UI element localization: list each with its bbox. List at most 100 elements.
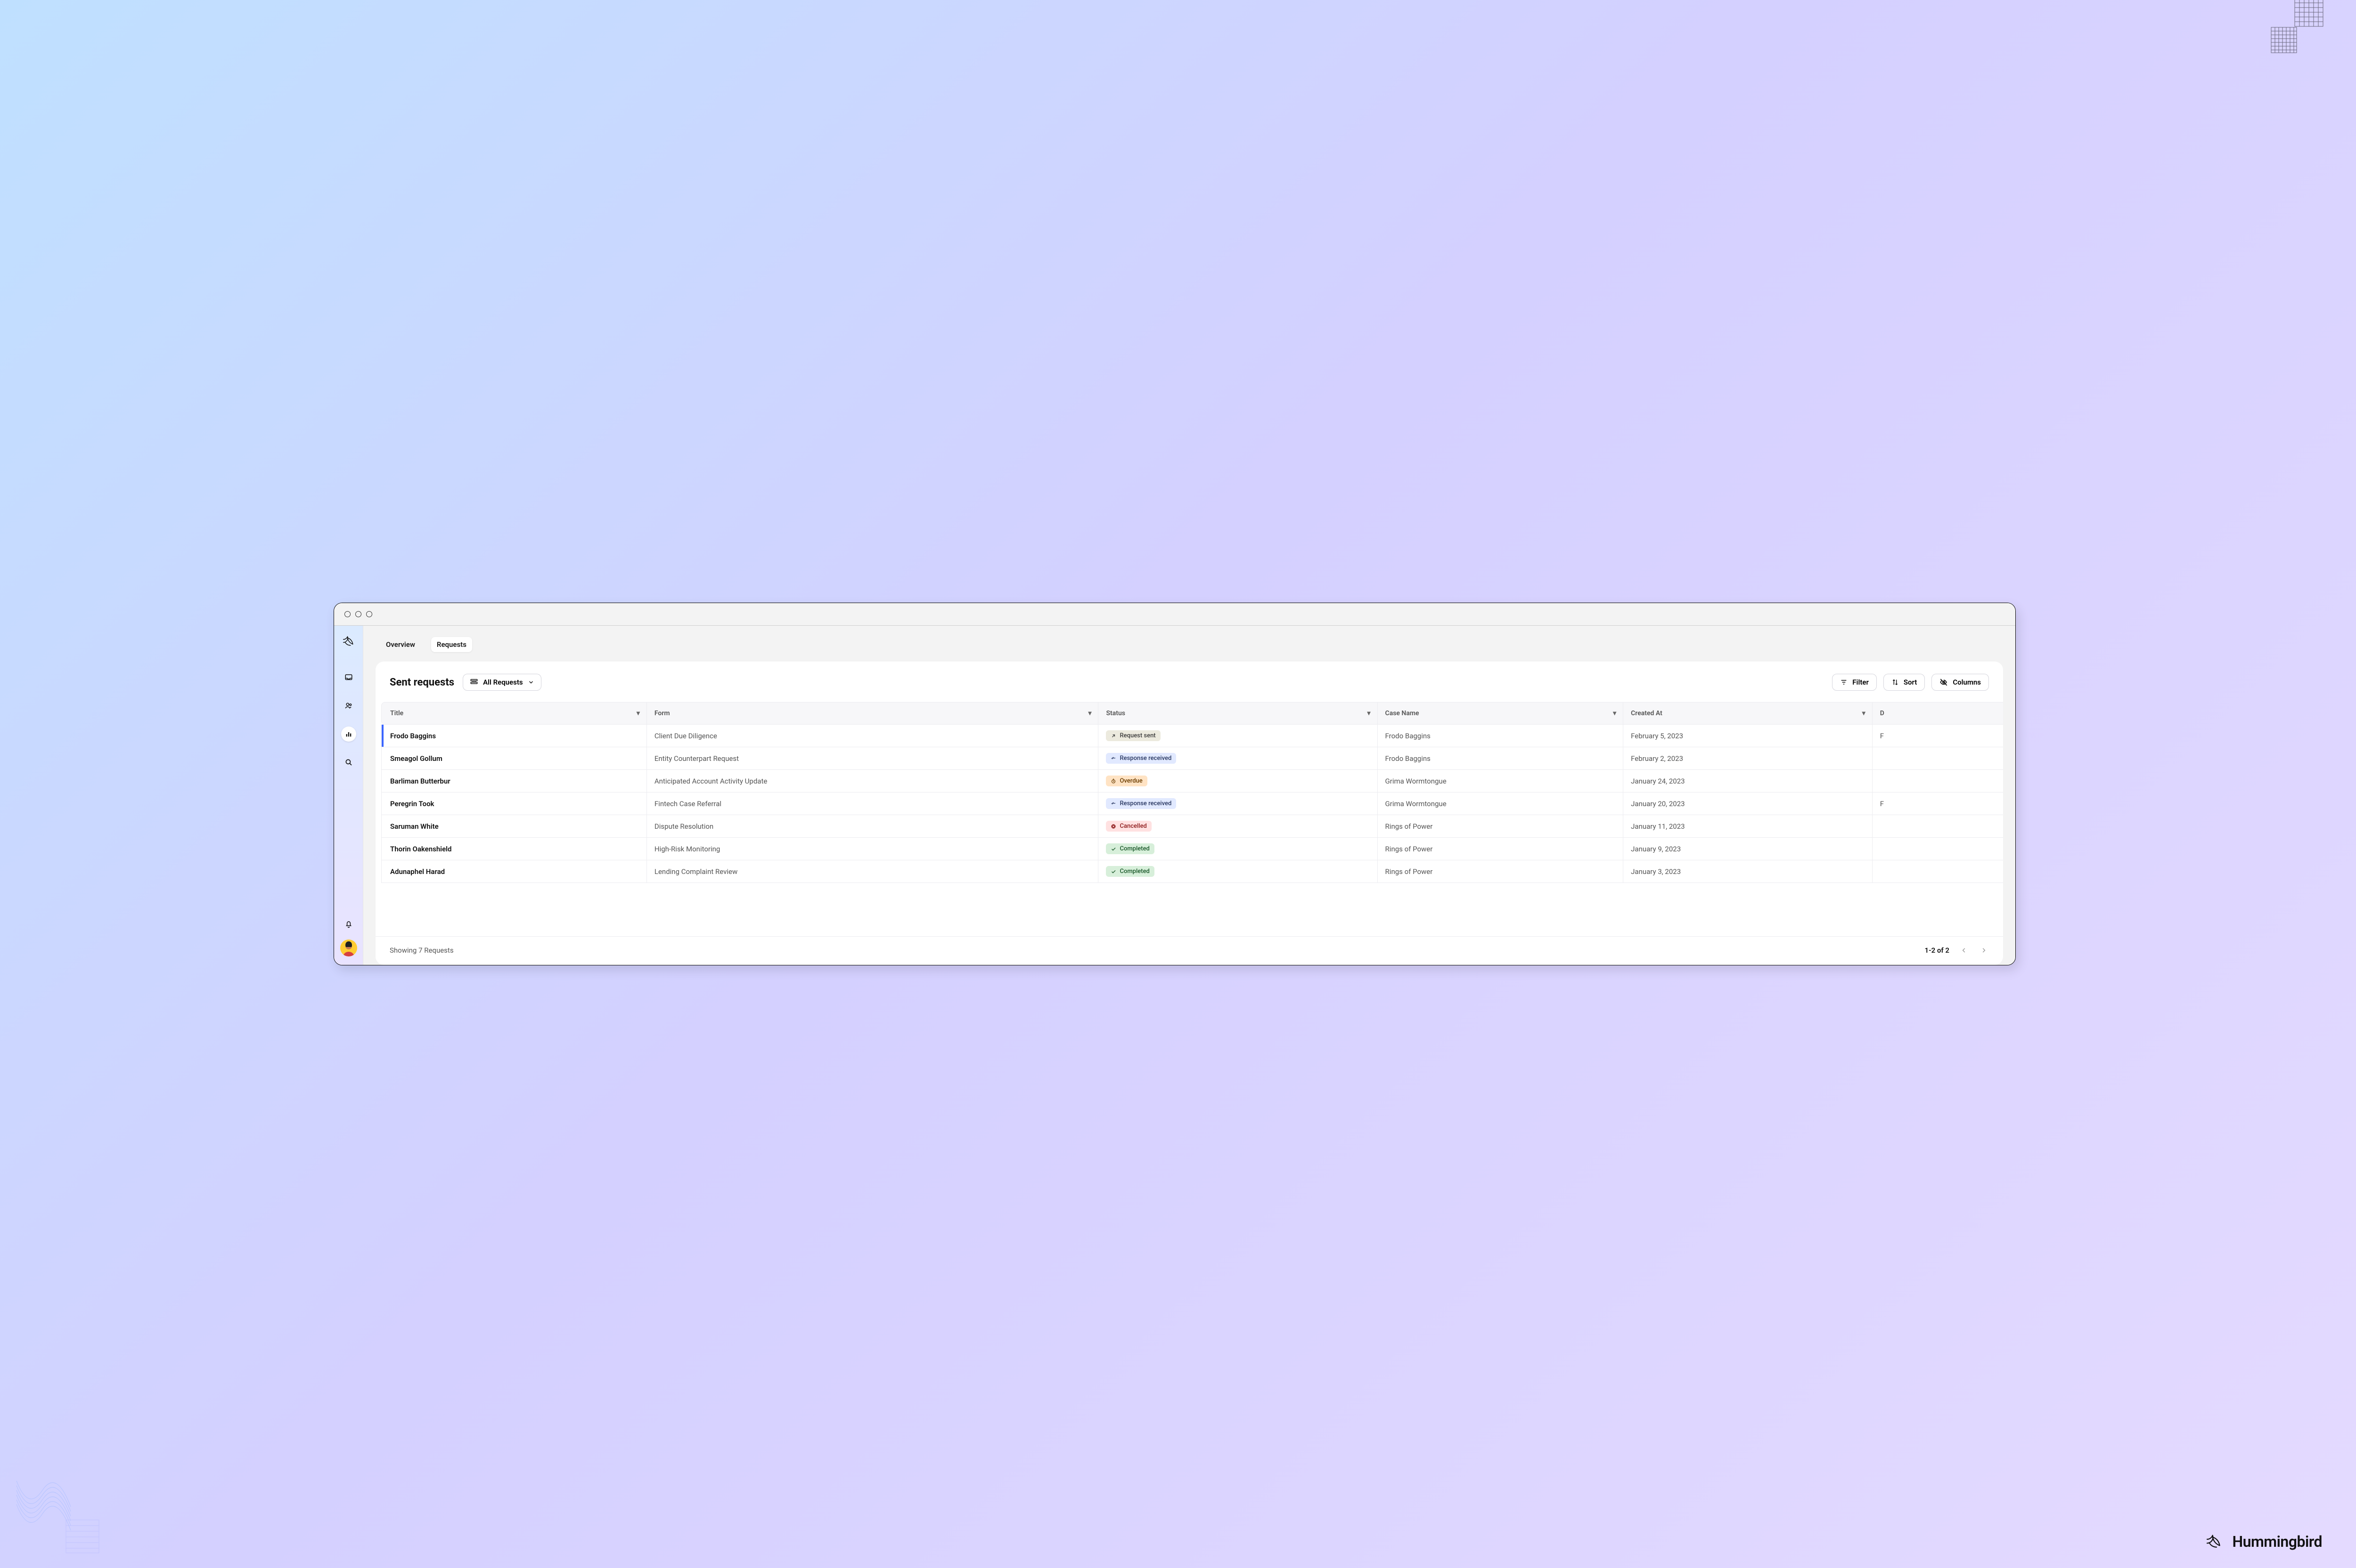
brand-name: Hummingbird xyxy=(2232,1533,2322,1551)
cell-extra xyxy=(1873,747,2003,770)
cell-created: January 3, 2023 xyxy=(1623,860,1873,883)
next-page-button[interactable] xyxy=(1979,945,1989,956)
status-icon xyxy=(1111,824,1116,829)
page-range: 1-2 of 2 xyxy=(1925,946,1950,955)
traffic-light-close[interactable] xyxy=(344,611,351,617)
table-row[interactable]: Saruman WhiteDispute ResolutionCancelled… xyxy=(381,815,2003,838)
table-row[interactable]: Barliman ButterburAnticipated Account Ac… xyxy=(381,770,2003,792)
status-badge: Cancelled xyxy=(1106,821,1151,832)
cell-created: January 9, 2023 xyxy=(1623,838,1873,860)
caret-down-icon: ▾ xyxy=(1862,710,1865,717)
page-title: Sent requests xyxy=(390,677,454,688)
table-row[interactable]: Adunaphel HaradLending Complaint ReviewC… xyxy=(381,860,2003,883)
scope-dropdown[interactable]: All Requests xyxy=(463,674,541,691)
status-badge: Overdue xyxy=(1106,776,1147,786)
bg-decoration xyxy=(14,1478,118,1563)
cell-title: Saruman White xyxy=(381,815,647,838)
traffic-light-max[interactable] xyxy=(366,611,372,617)
cell-created: February 5, 2023 xyxy=(1623,725,1873,747)
col-form[interactable]: Form▾ xyxy=(647,702,1099,725)
sidebar-item-inbox[interactable] xyxy=(341,670,356,685)
app-window: Overview Requests Sent requests All Requ… xyxy=(334,603,2016,965)
sidebar-notifications[interactable] xyxy=(344,920,353,928)
user-avatar[interactable] xyxy=(340,939,357,956)
bar-chart-icon xyxy=(345,730,352,738)
status-label: Response received xyxy=(1120,755,1171,762)
table-row[interactable]: Frodo BagginsClient Due DiligenceRequest… xyxy=(381,725,2003,747)
caret-down-icon: ▾ xyxy=(1613,710,1616,717)
status-badge: Completed xyxy=(1106,843,1154,854)
cell-case: Frodo Baggins xyxy=(1378,747,1624,770)
filter-label: Filter xyxy=(1852,678,1869,686)
cell-status: Response received xyxy=(1098,747,1377,770)
app-logo-icon xyxy=(342,634,356,648)
sidebar-item-people[interactable] xyxy=(341,698,356,713)
filter-button[interactable]: Filter xyxy=(1832,674,1877,691)
status-icon xyxy=(1111,756,1116,761)
table-row[interactable]: Smeagol GollumEntity Counterpart Request… xyxy=(381,747,2003,770)
cell-extra: F xyxy=(1873,792,2003,815)
cell-extra xyxy=(1873,860,2003,883)
status-icon xyxy=(1111,869,1116,874)
cell-created: January 11, 2023 xyxy=(1623,815,1873,838)
col-case[interactable]: Case Name▾ xyxy=(1378,702,1624,725)
tab-overview[interactable]: Overview xyxy=(380,637,421,652)
status-label: Completed xyxy=(1120,845,1149,852)
cell-form: Fintech Case Referral xyxy=(647,792,1099,815)
cell-title: Peregrin Took xyxy=(381,792,647,815)
status-label: Overdue xyxy=(1120,777,1142,784)
people-icon xyxy=(344,702,353,710)
status-badge: Response received xyxy=(1106,753,1176,764)
caret-down-icon: ▾ xyxy=(1088,710,1091,717)
cell-form: High-Risk Monitoring xyxy=(647,838,1099,860)
cell-title: Frodo Baggins xyxy=(381,725,647,747)
col-extra[interactable]: D xyxy=(1873,702,2003,725)
col-status[interactable]: Status▾ xyxy=(1098,702,1377,725)
window-titlebar xyxy=(334,603,2015,626)
hummingbird-logo-icon xyxy=(2205,1532,2224,1551)
search-icon xyxy=(344,758,353,767)
status-label: Cancelled xyxy=(1120,823,1146,830)
cell-form: Client Due Diligence xyxy=(647,725,1099,747)
filter-icon xyxy=(1840,678,1848,686)
cell-created: February 2, 2023 xyxy=(1623,747,1873,770)
columns-button[interactable]: Columns xyxy=(1931,674,1989,691)
status-icon xyxy=(1111,733,1116,739)
status-badge: Completed xyxy=(1106,866,1154,877)
cell-extra xyxy=(1873,838,2003,860)
status-icon xyxy=(1111,778,1116,784)
cell-title: Thorin Oakenshield xyxy=(381,838,647,860)
sidebar xyxy=(334,626,363,965)
col-title[interactable]: Title▾ xyxy=(381,702,647,725)
sort-icon xyxy=(1891,678,1899,686)
bell-icon xyxy=(344,920,353,928)
table-row[interactable]: Thorin OakenshieldHigh-Risk Monitoring Co… xyxy=(381,838,2003,860)
bg-decoration xyxy=(2257,0,2328,55)
cell-status: Request sent xyxy=(1098,725,1377,747)
table-footer: Showing 7 Requests 1-2 of 2 xyxy=(376,936,2003,965)
cell-case: Grima Wormtongue xyxy=(1378,770,1624,792)
inbox-icon xyxy=(344,673,353,682)
tab-requests[interactable]: Requests xyxy=(431,637,472,652)
table-row[interactable]: Peregrin TookFintech Case ReferralRespon… xyxy=(381,792,2003,815)
cell-status: Completed xyxy=(1098,860,1377,883)
col-created[interactable]: Created At▾ xyxy=(1623,702,1873,725)
cell-title: Smeagol Gollum xyxy=(381,747,647,770)
sort-label: Sort xyxy=(1904,678,1917,686)
brand-watermark: Hummingbird xyxy=(2205,1532,2322,1551)
cell-created: January 24, 2023 xyxy=(1623,770,1873,792)
cell-form: Lending Complaint Review xyxy=(647,860,1099,883)
cell-status: Response received xyxy=(1098,792,1377,815)
footer-summary: Showing 7 Requests xyxy=(390,946,454,955)
cell-form: Entity Counterpart Request xyxy=(647,747,1099,770)
top-tabs: Overview Requests xyxy=(363,626,2015,652)
sidebar-item-analytics[interactable] xyxy=(341,727,356,742)
prev-page-button[interactable] xyxy=(1959,945,1969,956)
columns-label: Columns xyxy=(1953,678,1981,686)
traffic-light-min[interactable] xyxy=(355,611,361,617)
sort-button[interactable]: Sort xyxy=(1883,674,1925,691)
cell-case: Rings of Power xyxy=(1378,860,1624,883)
sidebar-item-search[interactable] xyxy=(341,755,356,770)
cell-case: Frodo Baggins xyxy=(1378,725,1624,747)
cell-extra xyxy=(1873,815,2003,838)
